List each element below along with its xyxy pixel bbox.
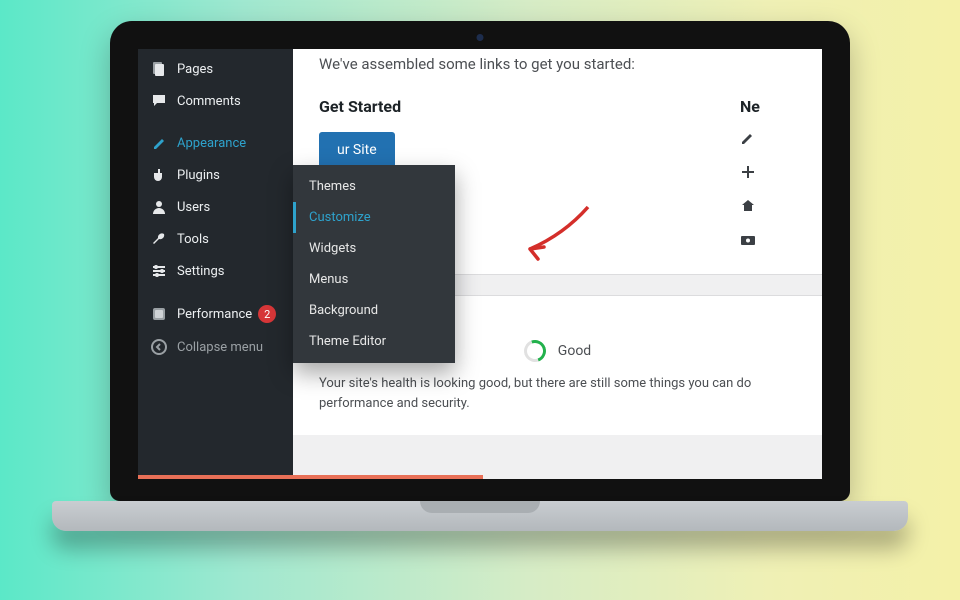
next-steps-list [740,130,796,250]
submenu-item-widgets[interactable]: Widgets [293,233,455,264]
sidebar-item-label: Tools [177,232,209,247]
settings-icon [150,263,168,279]
sidebar-item-label: Plugins [177,168,220,183]
submenu-item-customize[interactable]: Customize [293,202,455,233]
users-icon [150,199,168,215]
sidebar-item-label: Comments [177,94,241,109]
plugins-icon [150,167,168,183]
add-icon[interactable] [740,164,758,182]
submenu-item-theme-editor[interactable]: Theme Editor [293,326,455,357]
site-health-status-label: Good [558,343,591,359]
sidebar-item-users[interactable]: Users [138,191,293,223]
laptop-frame: Pages Comments Appearance [110,21,850,531]
performance-icon [150,306,168,322]
get-started-heading: Get Started [319,97,740,116]
site-health-description: Your site's health is looking good, but … [319,374,796,413]
admin-sidebar: Pages Comments Appearance [138,49,293,479]
sidebar-item-label: Performance [177,307,252,322]
camera [477,34,484,41]
sidebar-item-appearance[interactable]: Appearance [138,127,293,159]
submenu-item-background[interactable]: Background [293,295,455,326]
edit-icon[interactable] [740,130,758,148]
customize-site-button[interactable]: ur Site [319,132,395,168]
pages-icon [150,61,168,77]
sidebar-item-collapse[interactable]: Collapse menu [138,331,293,363]
sidebar-item-settings[interactable]: Settings [138,255,293,287]
sidebar-item-label: Users [177,200,210,215]
tools-icon [150,231,168,247]
sidebar-item-plugins[interactable]: Plugins [138,159,293,191]
screen-bezel: Pages Comments Appearance [110,21,850,501]
performance-badge: 2 [258,305,276,323]
submenu-item-menus[interactable]: Menus [293,264,455,295]
appearance-icon [150,135,168,151]
sidebar-item-performance[interactable]: Performance 2 [138,297,293,331]
sidebar-item-label: Appearance [177,136,246,151]
welcome-lead-text: We've assembled some links to get you st… [319,55,796,73]
screen: Pages Comments Appearance [138,49,822,479]
next-steps-heading: Ne [740,97,796,116]
submenu-item-themes[interactable]: Themes [293,171,455,202]
home-icon[interactable] [740,198,758,216]
sidebar-item-comments[interactable]: Comments [138,85,293,117]
view-icon[interactable] [740,232,758,250]
sidebar-item-pages[interactable]: Pages [138,53,293,85]
laptop-base [52,501,908,531]
sidebar-item-tools[interactable]: Tools [138,223,293,255]
sidebar-item-label: Collapse menu [177,340,263,355]
health-ring-icon [520,336,549,365]
comments-icon [150,93,168,109]
sidebar-item-label: Pages [177,62,213,77]
laptop-notch [420,501,540,513]
sidebar-item-label: Settings [177,264,224,279]
collapse-icon [150,339,168,355]
bottom-accent-bar [138,475,483,479]
appearance-submenu: Themes Customize Widgets Menus Backgroun… [293,165,455,363]
